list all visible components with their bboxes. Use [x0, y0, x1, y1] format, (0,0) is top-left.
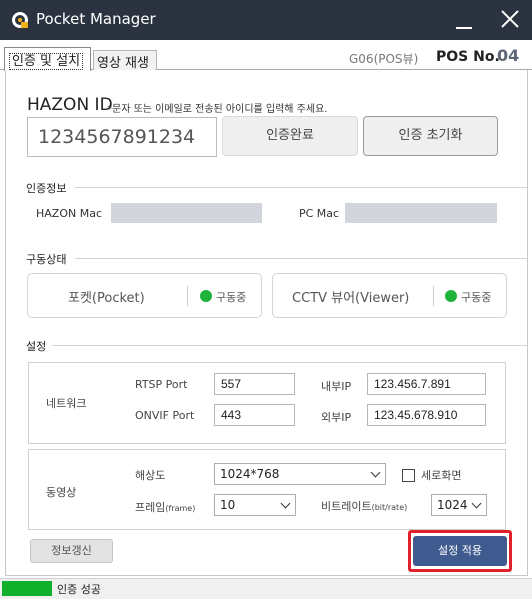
status-name: CCTV 뷰어(Viewer)	[292, 291, 410, 306]
frame-label: 프레임(frame)	[135, 499, 195, 515]
settings-title: 설정	[26, 340, 47, 353]
section-divider	[75, 187, 528, 188]
device-label: G06(POS뷰)	[349, 52, 419, 66]
status-text: 구동중	[216, 291, 247, 304]
hazon-mac-label: HAZON Mac	[36, 207, 102, 220]
tab-label: 영상 재생	[97, 56, 149, 71]
tab-label: 인증 및 설치	[9, 53, 84, 70]
portrait-label: 세로화면	[421, 469, 462, 482]
resolution-label: 해상도	[135, 469, 166, 482]
external-ip-input[interactable]	[367, 404, 486, 426]
frame-select[interactable]: 10	[214, 494, 296, 516]
bitrate-select[interactable]: 1024	[431, 494, 487, 516]
external-ip-label: 외부IP	[321, 411, 352, 424]
status-separator	[187, 286, 188, 306]
internal-ip-input[interactable]	[367, 373, 486, 395]
minimize-icon[interactable]	[451, 8, 477, 32]
status-separator	[433, 286, 434, 306]
frame-unit: (frame)	[165, 504, 196, 513]
pos-label: POS No.	[436, 49, 500, 65]
running-indicator-icon	[445, 290, 457, 302]
pocket-logo-icon	[11, 11, 29, 29]
resolution-select[interactable]: 1024*768	[214, 463, 386, 485]
auth-info-title: 인증정보	[26, 182, 67, 195]
pc-mac-label: PC Mac	[299, 207, 340, 220]
resolution-value: 1024*768	[220, 467, 280, 481]
portrait-checkbox[interactable]	[402, 469, 415, 482]
pc-mac-value	[345, 203, 497, 223]
pos-number: 04	[497, 46, 520, 65]
tab-auth-install[interactable]: 인증 및 설치	[4, 47, 91, 71]
hazon-mac-value	[111, 203, 262, 223]
tab-video-playback[interactable]: 영상 재생	[93, 50, 157, 71]
window-title: Pocket Manager	[36, 10, 156, 28]
hazon-id-note: *문자 또는 이메일로 전송된 아이디를 입력해 주세요.	[107, 104, 328, 115]
status-message: 인증 성공	[57, 583, 101, 596]
status-text: 구동중	[461, 291, 492, 304]
bitrate-unit: (bit/rate)	[371, 503, 408, 512]
section-divider	[52, 345, 528, 346]
rtsp-port-label: RTSP Port	[135, 378, 188, 391]
status-card-pocket: 포켓(Pocket) 구동중	[27, 273, 262, 318]
progress-bar	[2, 581, 52, 596]
hazon-id-label: HAZON ID	[27, 95, 113, 115]
video-label: 동영상	[46, 486, 77, 499]
rtsp-port-input[interactable]	[214, 373, 295, 395]
close-icon[interactable]	[497, 8, 523, 32]
onvif-port-label: ONVIF Port	[135, 409, 195, 422]
hazon-id-input[interactable]	[27, 117, 217, 157]
chevron-down-icon	[280, 498, 291, 509]
status-card-cctv-viewer: CCTV 뷰어(Viewer) 구동중	[272, 273, 507, 318]
bitrate-value: 1024	[437, 498, 468, 512]
running-indicator-icon	[200, 290, 212, 302]
bitrate-label: 비트레이트(bit/rate)	[321, 498, 407, 514]
section-divider	[75, 258, 528, 259]
chevron-down-icon	[471, 498, 482, 509]
auth-complete-button[interactable]: 인증완료	[222, 116, 358, 156]
refresh-info-button[interactable]: 정보갱신	[30, 539, 113, 563]
bitrate-label-text: 비트레이트	[321, 500, 372, 513]
frame-value: 10	[220, 498, 236, 512]
auth-reset-button[interactable]: 인증 초기화	[363, 116, 498, 156]
apply-settings-button[interactable]: 설정 적용	[413, 536, 507, 566]
status-name: 포켓(Pocket)	[68, 291, 145, 306]
onvif-port-input[interactable]	[214, 404, 295, 426]
run-status-title: 구동상태	[26, 253, 67, 266]
chevron-down-icon	[370, 467, 381, 478]
video-settings-box	[28, 449, 506, 530]
network-label: 네트워크	[46, 397, 87, 410]
frame-label-text: 프레임	[135, 501, 166, 514]
internal-ip-label: 내부IP	[321, 380, 352, 393]
